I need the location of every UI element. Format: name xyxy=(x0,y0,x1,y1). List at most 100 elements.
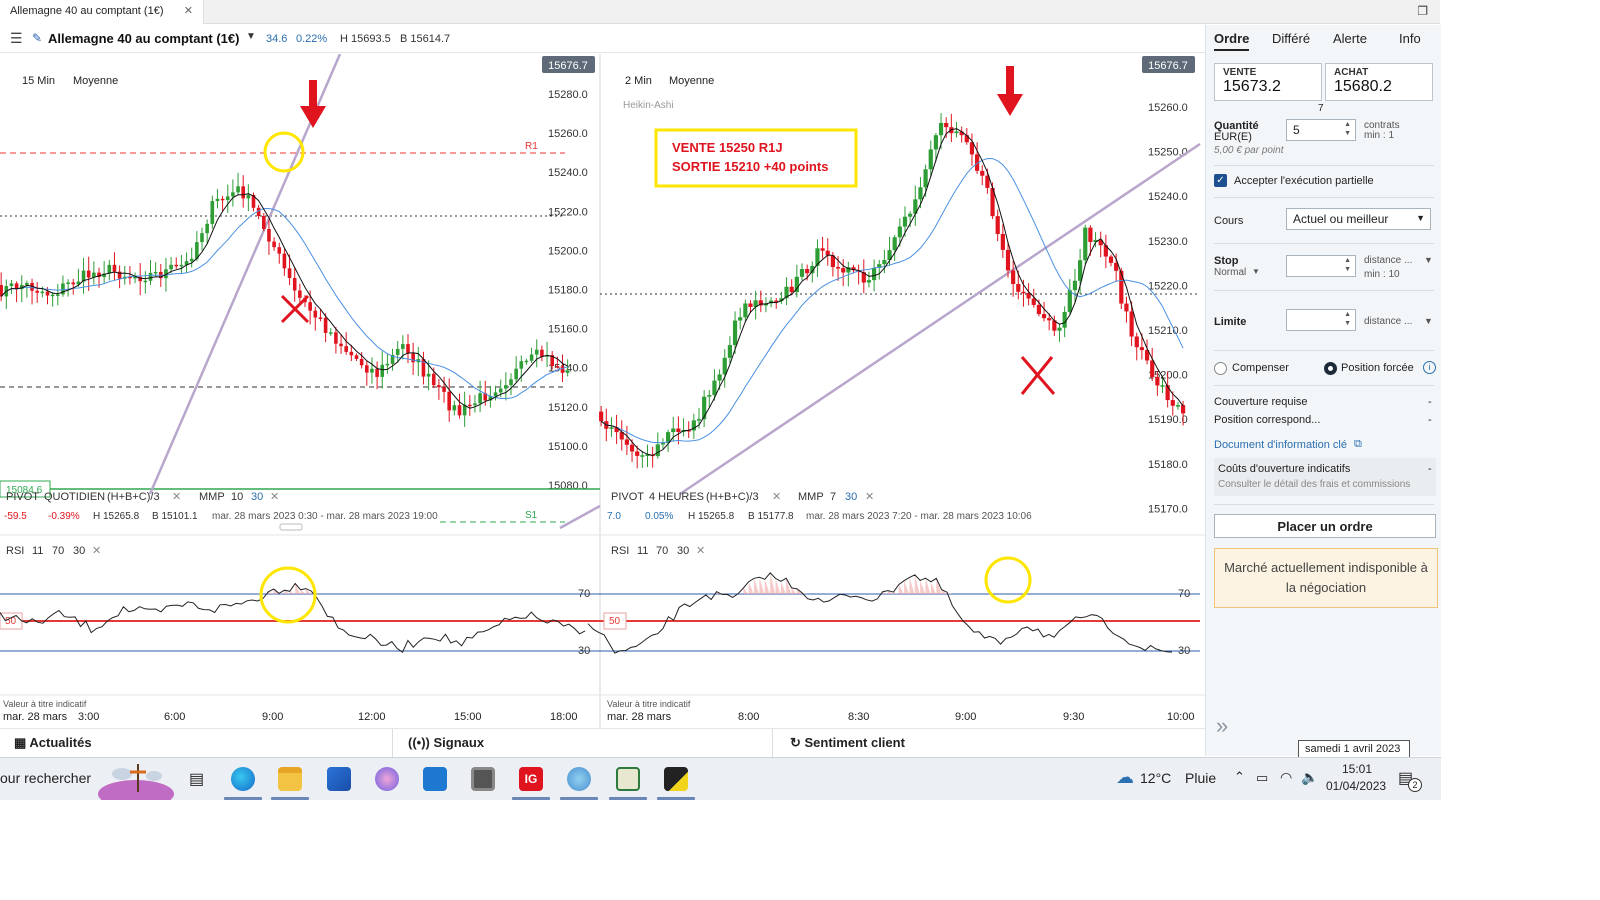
left-resize-handle[interactable] xyxy=(279,523,303,531)
svg-text:30: 30 xyxy=(73,545,85,557)
annotation-line1: VENTE 15250 R1J xyxy=(672,140,783,155)
hamburger-icon[interactable]: ☰ xyxy=(10,30,23,47)
notes-app-icon[interactable] xyxy=(616,767,640,791)
sticky-notes-icon[interactable] xyxy=(664,767,688,791)
external-link-icon[interactable]: ⧉ xyxy=(1354,438,1362,451)
file-explorer-icon[interactable] xyxy=(278,767,302,791)
mail-icon[interactable] xyxy=(423,767,447,791)
candle-body xyxy=(426,373,431,377)
stepper-arrows-icon[interactable]: ▲ ▼ xyxy=(1344,310,1351,328)
quantity-stepper[interactable]: 5 ▲ ▼ xyxy=(1286,119,1356,141)
right-timeframe[interactable]: 2 Min xyxy=(625,75,652,87)
price-type-select[interactable]: Actuel ou meilleur ▼ xyxy=(1286,208,1431,230)
candle-body xyxy=(918,187,923,200)
x-tick-label: 6:00 xyxy=(164,711,185,723)
task-view-icon[interactable]: ▤ xyxy=(189,769,204,789)
clock-date[interactable]: 01/04/2023 xyxy=(1326,779,1386,793)
weather-text: Pluie xyxy=(1185,770,1217,786)
chevron-up-icon[interactable]: ⌃ xyxy=(1234,769,1245,785)
instrument-name[interactable]: Allemagne 40 au comptant (1€) xyxy=(48,31,239,46)
candle-body xyxy=(928,149,933,170)
stop-input[interactable]: ▲ ▼ xyxy=(1286,255,1356,277)
copilot-icon[interactable] xyxy=(375,767,399,791)
calculator-icon[interactable] xyxy=(471,767,495,791)
candle-body xyxy=(323,317,328,333)
right-style[interactable]: Moyenne xyxy=(669,75,714,87)
candle-body xyxy=(148,272,153,281)
buy-button[interactable]: ACHAT 15680.2 xyxy=(1325,63,1433,101)
candle-body xyxy=(540,349,544,357)
tab-sentiment[interactable]: ↻ Sentiment client xyxy=(790,735,905,751)
candle-body xyxy=(498,388,503,393)
left-b: B 15101.1 xyxy=(152,511,198,522)
pencil-icon[interactable]: ✎ xyxy=(32,31,42,45)
market-unavailable-warning: Marché actuellement indisponible à la né… xyxy=(1214,548,1438,608)
chevron-down-icon[interactable]: ▼ xyxy=(1424,255,1433,265)
battery-icon[interactable]: ▭ xyxy=(1256,770,1268,786)
store-icon[interactable] xyxy=(327,767,351,791)
tab-title: Allemagne 40 au comptant (1€) xyxy=(10,5,164,17)
candle-body xyxy=(624,439,629,445)
chevron-down-icon[interactable]: ▼ xyxy=(246,31,256,42)
tab-news[interactable]: ▦ Actualités xyxy=(14,735,92,751)
x-tick-label: 9:00 xyxy=(262,711,283,723)
volume-icon[interactable]: 🔈 xyxy=(1301,769,1318,786)
paint-icon[interactable] xyxy=(567,767,591,791)
charts-area[interactable]: 15 Min Moyenne 15676.7 15280.015260.0152… xyxy=(0,54,1205,729)
candle-body xyxy=(298,290,302,298)
candle-body xyxy=(1047,318,1052,321)
kid-document-link[interactable]: Document d'information clé xyxy=(1214,439,1347,451)
wifi-icon[interactable]: ◠ xyxy=(1280,769,1292,786)
candle-body xyxy=(1175,405,1181,407)
close-tab-icon[interactable]: ✕ xyxy=(184,4,193,17)
tab-alert[interactable]: Alerte xyxy=(1333,31,1367,46)
left-mmp2: 30 xyxy=(251,491,263,503)
candle-body xyxy=(174,264,179,267)
collapse-panel-icon[interactable]: » xyxy=(1216,713,1228,739)
instrument-tab[interactable]: Allemagne 40 au comptant (1€) ✕ xyxy=(0,0,204,24)
chevron-down-icon[interactable]: ▼ xyxy=(1252,267,1260,276)
candle-body xyxy=(743,303,748,318)
candle-body xyxy=(805,269,810,274)
candle-body xyxy=(236,186,240,193)
candle-body xyxy=(205,223,209,234)
limit-input[interactable]: ▲ ▼ xyxy=(1286,309,1356,331)
candle-body xyxy=(938,122,944,136)
tab-info[interactable]: Info xyxy=(1399,31,1421,46)
left-style[interactable]: Moyenne xyxy=(73,75,118,87)
search-box[interactable]: our rechercher xyxy=(0,770,91,786)
maximize-icon[interactable]: ❐ xyxy=(1417,4,1428,18)
candle-body xyxy=(241,186,245,199)
candle-body xyxy=(66,282,70,285)
chevron-down-icon[interactable]: ▼ xyxy=(1424,316,1433,326)
stop-type-select[interactable]: Normal xyxy=(1214,267,1246,278)
y-tick-label: 15160.0 xyxy=(548,324,588,336)
candle-body xyxy=(112,264,117,272)
compensate-radio[interactable] xyxy=(1214,362,1227,375)
svg-text:B 15177.8: B 15177.8 xyxy=(748,511,794,522)
weather-icon[interactable]: ☁ xyxy=(1116,767,1134,788)
stepper-arrows-icon[interactable]: ▲ ▼ xyxy=(1344,256,1351,274)
candle-body xyxy=(866,280,872,283)
tab-order[interactable]: Ordre xyxy=(1214,31,1250,51)
tab-signals[interactable]: ((•)) Signaux xyxy=(408,735,484,750)
left-price-badge: 15676.7 xyxy=(548,60,588,72)
costs-detail-link[interactable]: Consulter le détail des frais et commiss… xyxy=(1218,479,1410,490)
candle-body xyxy=(313,310,318,318)
ig-icon[interactable]: IG xyxy=(519,767,543,791)
candle-body xyxy=(1036,304,1041,315)
edge-icon[interactable] xyxy=(231,767,255,791)
sell-button[interactable]: VENTE 15673.2 xyxy=(1214,63,1322,101)
right-sell-arrow-icon xyxy=(997,66,1023,116)
left-timeframe[interactable]: 15 Min xyxy=(22,75,55,87)
right-disclaimer: Valeur à titre indicatif xyxy=(607,699,691,709)
tab-deferred[interactable]: Différé xyxy=(1272,31,1310,46)
candle-body xyxy=(1119,270,1124,304)
partial-checkbox[interactable]: ✓ xyxy=(1214,174,1227,187)
place-order-button[interactable]: Placer un ordre xyxy=(1214,514,1436,538)
forced-radio[interactable] xyxy=(1324,362,1337,375)
stepper-arrows-icon[interactable]: ▲ ▼ xyxy=(1344,120,1351,138)
info-icon[interactable]: i xyxy=(1423,361,1436,374)
candle-body xyxy=(1078,260,1083,281)
clock-time[interactable]: 15:01 xyxy=(1342,762,1372,776)
